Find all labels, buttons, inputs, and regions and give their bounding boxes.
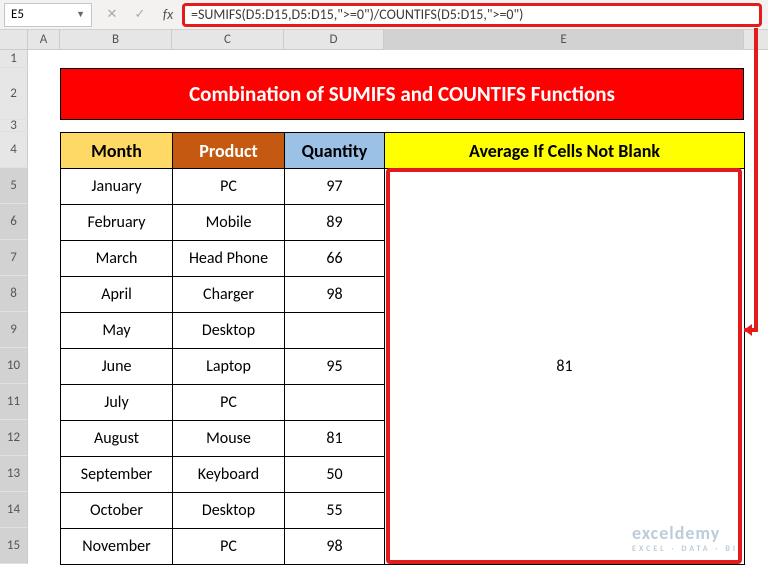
cell-product[interactable]: Keyboard: [173, 457, 285, 493]
cell-average-merged[interactable]: 81: [385, 169, 745, 565]
row-header[interactable]: 8: [0, 276, 28, 312]
cell-month[interactable]: May: [61, 313, 173, 349]
cell-product[interactable]: Mouse: [173, 421, 285, 457]
cell-month[interactable]: January: [61, 169, 173, 205]
cell-qty[interactable]: 66: [285, 241, 385, 277]
cell-month[interactable]: March: [61, 241, 173, 277]
col-header[interactable]: E: [384, 30, 744, 50]
cell-qty[interactable]: 98: [285, 529, 385, 565]
row-header[interactable]: 3: [0, 120, 28, 132]
formula-text: =SUMIFS(D5:D15,D5:D15,">=0")/COUNTIFS(D5…: [191, 6, 523, 23]
grid-content: Combination of SUMIFS and COUNTIFS Funct…: [28, 50, 745, 565]
cell-product[interactable]: Mobile: [173, 205, 285, 241]
cell-qty[interactable]: 50: [285, 457, 385, 493]
name-box-dropdown-icon[interactable]: ▼: [76, 9, 85, 20]
formula-input[interactable]: =SUMIFS(D5:D15,D5:D15,">=0")/COUNTIFS(D5…: [182, 3, 762, 27]
cell-qty[interactable]: [285, 385, 385, 421]
cell-month[interactable]: February: [61, 205, 173, 241]
row-header[interactable]: 15: [0, 528, 28, 564]
formula-bar: E5 ▼ ✕ ✓ fx =SUMIFS(D5:D15,D5:D15,">=0")…: [0, 0, 768, 30]
header-average[interactable]: Average If Cells Not Blank: [385, 133, 745, 169]
cell-product[interactable]: PC: [173, 385, 285, 421]
cell-product[interactable]: Charger: [173, 277, 285, 313]
cell-qty[interactable]: 97: [285, 169, 385, 205]
cell-product[interactable]: Desktop: [173, 313, 285, 349]
formula-buttons: ✕ ✓ fx: [98, 3, 182, 27]
col-header[interactable]: A: [28, 30, 60, 50]
row-headers: 1 2 3 4 5 6 7 8 9 10 11 12 13 14 15: [0, 50, 28, 564]
cell-qty[interactable]: 81: [285, 421, 385, 457]
row-header[interactable]: 5: [0, 168, 28, 204]
row-header[interactable]: 14: [0, 492, 28, 528]
select-all-corner[interactable]: [0, 30, 28, 50]
cell-product[interactable]: PC: [173, 529, 285, 565]
cell-month[interactable]: August: [61, 421, 173, 457]
column-headers: A B C D E: [0, 30, 768, 50]
header-month[interactable]: Month: [61, 133, 173, 169]
name-box[interactable]: E5 ▼: [4, 3, 92, 27]
cell-month[interactable]: October: [61, 493, 173, 529]
cell-month[interactable]: November: [61, 529, 173, 565]
name-box-value: E5: [11, 7, 24, 22]
row-header[interactable]: 10: [0, 348, 28, 384]
cell-qty[interactable]: [285, 313, 385, 349]
header-product[interactable]: Product: [173, 133, 285, 169]
cell-product[interactable]: Laptop: [173, 349, 285, 385]
cell-qty[interactable]: 98: [285, 277, 385, 313]
header-quantity[interactable]: Quantity: [285, 133, 385, 169]
sheet-title[interactable]: Combination of SUMIFS and COUNTIFS Funct…: [60, 68, 744, 120]
col-header[interactable]: C: [172, 30, 284, 50]
row-header[interactable]: 9: [0, 312, 28, 348]
row-header[interactable]: 2: [0, 68, 28, 120]
row-header[interactable]: 12: [0, 420, 28, 456]
cell-month[interactable]: June: [61, 349, 173, 385]
cell-qty[interactable]: 95: [285, 349, 385, 385]
data-table: Month Product Quantity Average If Cells …: [60, 132, 745, 565]
cell-month[interactable]: April: [61, 277, 173, 313]
row-header[interactable]: 1: [0, 50, 28, 68]
cell-month[interactable]: July: [61, 385, 173, 421]
col-header[interactable]: B: [60, 30, 172, 50]
row-header[interactable]: 11: [0, 384, 28, 420]
col-header[interactable]: D: [284, 30, 384, 50]
fx-icon[interactable]: fx: [154, 3, 182, 27]
cell-product[interactable]: PC: [173, 169, 285, 205]
table-row: January PC 97 81: [61, 169, 745, 205]
cell-month[interactable]: September: [61, 457, 173, 493]
row-header[interactable]: 13: [0, 456, 28, 492]
row-header[interactable]: 7: [0, 240, 28, 276]
cell-qty[interactable]: 55: [285, 493, 385, 529]
row-header[interactable]: 4: [0, 132, 28, 168]
cell-qty[interactable]: 89: [285, 205, 385, 241]
cell-product[interactable]: Head Phone: [173, 241, 285, 277]
worksheet: A B C D E 1 2 3 4 5 6 7 8 9 10 11 12 13 …: [0, 30, 768, 50]
cell-product[interactable]: Desktop: [173, 493, 285, 529]
confirm-icon[interactable]: ✓: [126, 3, 154, 27]
row-header[interactable]: 6: [0, 204, 28, 240]
table-header-row: Month Product Quantity Average If Cells …: [61, 133, 745, 169]
cancel-icon[interactable]: ✕: [98, 3, 126, 27]
